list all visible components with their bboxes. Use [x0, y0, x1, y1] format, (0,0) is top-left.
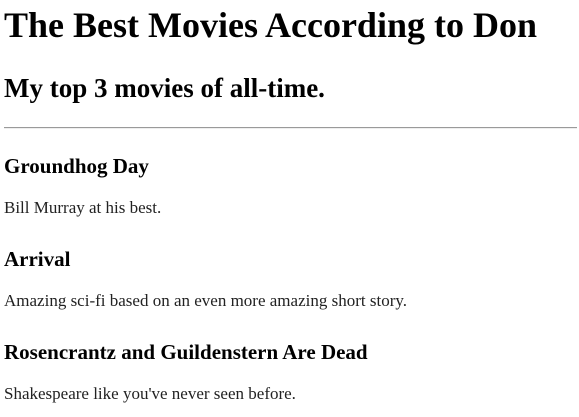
movie-item-groundhog-day: Groundhog Day Bill Murray at his best.	[4, 150, 575, 243]
movie-title: Arrival	[4, 247, 71, 271]
page: The Best Movies According to Don My top …	[0, 0, 579, 417]
movie-description: Amazing sci-fi based on an even more ama…	[4, 291, 407, 310]
page-title: The Best Movies According to Don	[4, 5, 537, 45]
movie-item-rosencrantz: Rosencrantz and Guildenstern Are Dead Sh…	[4, 336, 575, 417]
movie-title: Groundhog Day	[4, 154, 149, 178]
movie-list: Groundhog Day Bill Murray at his best. A…	[4, 150, 575, 417]
page-subtitle: My top 3 movies of all-time.	[4, 73, 325, 103]
movie-title: Rosencrantz and Guildenstern Are Dead	[4, 340, 368, 364]
divider	[4, 127, 577, 129]
movie-item-arrival: Arrival Amazing sci-fi based on an even …	[4, 243, 575, 336]
movie-description: Shakespeare like you've never seen befor…	[4, 384, 296, 403]
movie-description: Bill Murray at his best.	[4, 198, 162, 217]
